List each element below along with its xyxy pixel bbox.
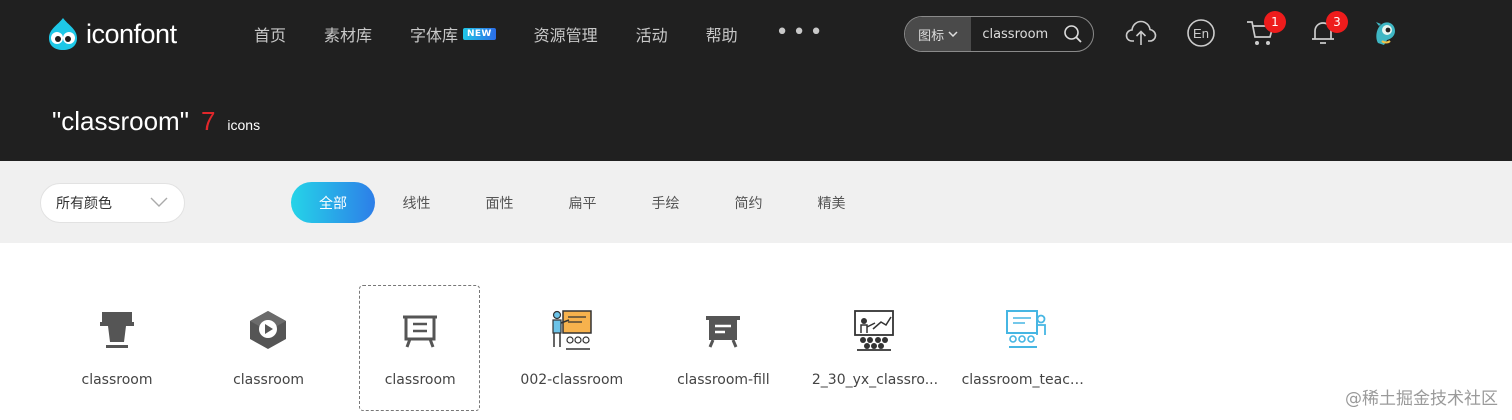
- nav-label: 字体库: [410, 26, 459, 45]
- new-badge: NEW: [463, 28, 496, 40]
- color-filter-select[interactable]: 所有颜色: [40, 183, 185, 223]
- search-button[interactable]: [1063, 17, 1093, 51]
- lecture-line-icon: [854, 310, 895, 351]
- nav-item-fonts[interactable]: 字体库 NEW: [410, 22, 496, 46]
- language-switch[interactable]: En: [1184, 16, 1218, 50]
- cart-button[interactable]: 1: [1244, 11, 1286, 50]
- icon-card[interactable]: classroom: [208, 285, 329, 411]
- style-tab-line[interactable]: 线性: [375, 182, 458, 223]
- avatar-icon: [1376, 22, 1395, 45]
- style-tab-fine[interactable]: 精美: [790, 182, 873, 223]
- search-box: 图标: [904, 16, 1094, 52]
- icon-card[interactable]: 2_30_yx_classro...: [812, 285, 938, 411]
- chevron-down-icon: [150, 197, 168, 207]
- results-title: "classroom" 7 icons: [52, 106, 260, 137]
- nav-item-resources[interactable]: 资源管理: [534, 22, 598, 46]
- nav-label: 资源管理: [533, 26, 598, 45]
- notification-button[interactable]: 3: [1306, 11, 1348, 50]
- result-unit: icons: [227, 117, 261, 133]
- icon-name: classroom: [233, 372, 305, 388]
- icon-name: classroom: [384, 372, 456, 388]
- icon-card[interactable]: classroom_teach...: [962, 285, 1092, 411]
- board-fill-icon: [705, 316, 740, 348]
- watermark-text: @稀土掘金技术社区: [1345, 389, 1498, 409]
- iconfont-logo-icon: [49, 18, 77, 50]
- style-tab-simple[interactable]: 简约: [707, 182, 790, 223]
- icon-name: classroom-fill: [677, 372, 770, 388]
- nav-item-activities[interactable]: 活动: [636, 22, 668, 46]
- search-query: "classroom": [52, 106, 189, 136]
- teacher-board-color-icon: [552, 310, 593, 350]
- icon-card[interactable]: classroom: [56, 285, 177, 411]
- nav-item-materials[interactable]: 素材库: [324, 22, 372, 46]
- nav-label: 首页: [254, 26, 287, 45]
- board-outline-icon: [402, 315, 437, 348]
- teacher-class-blue-icon: [1006, 310, 1046, 348]
- search-type-select[interactable]: 图标: [905, 17, 972, 51]
- podium-icon: [99, 312, 134, 348]
- icon-name: 2_30_yx_classro...: [811, 372, 939, 388]
- filter-bar: 所有颜色 全部 线性 面性 扁平 手绘 简约 精美: [0, 161, 1512, 243]
- top-header: iconfont 首页 素材库 字体库 NEW 资源管理 活动 帮助 ••• 图标…: [0, 0, 1512, 161]
- color-filter-label: 所有颜色: [56, 196, 112, 212]
- nav-label: 活动: [635, 26, 668, 45]
- upload-button[interactable]: [1124, 16, 1158, 50]
- nav-more-button[interactable]: •••: [776, 21, 827, 45]
- icon-name: classroom_teach...: [961, 372, 1092, 388]
- cloud-upload-icon: [1125, 20, 1157, 45]
- brand-name: iconfont: [86, 18, 177, 49]
- style-tab-flat[interactable]: 扁平: [541, 182, 624, 223]
- style-tabs: 全部 线性 面性 扁平 手绘 简约 精美: [291, 182, 873, 223]
- nav-label: 素材库: [324, 26, 373, 45]
- nav-label: 帮助: [705, 26, 738, 45]
- notification-count-badge: 3: [1326, 11, 1348, 33]
- icon-card[interactable]: classroom: [359, 285, 481, 411]
- nav-item-help[interactable]: 帮助: [706, 22, 738, 46]
- icon-grid: classroom classroom classroom 002-classr…: [56, 285, 1117, 411]
- style-tab-hand-drawn[interactable]: 手绘: [624, 182, 707, 223]
- brand-logo[interactable]: iconfont: [44, 16, 177, 52]
- icon-name: 002-classroom: [520, 372, 624, 388]
- user-avatar[interactable]: [1368, 16, 1402, 50]
- language-label: En: [1193, 25, 1209, 41]
- cube-play-icon: [250, 311, 287, 349]
- search-type-label: 图标: [918, 28, 945, 44]
- icon-card[interactable]: classroom-fill: [662, 285, 783, 411]
- search-input[interactable]: [971, 26, 1064, 42]
- chevron-down-icon: [948, 31, 958, 37]
- nav-item-home[interactable]: 首页: [254, 22, 286, 46]
- main-nav: 首页 素材库 字体库 NEW 资源管理 活动 帮助 •••: [254, 22, 865, 46]
- style-tab-fill[interactable]: 面性: [458, 182, 541, 223]
- search-icon: [1064, 25, 1082, 43]
- icon-card[interactable]: 002-classroom: [511, 285, 632, 411]
- result-count: 7: [200, 106, 216, 136]
- style-tab-all[interactable]: 全部: [291, 182, 375, 223]
- cart-count-badge: 1: [1264, 11, 1286, 33]
- icon-name: classroom: [81, 372, 153, 388]
